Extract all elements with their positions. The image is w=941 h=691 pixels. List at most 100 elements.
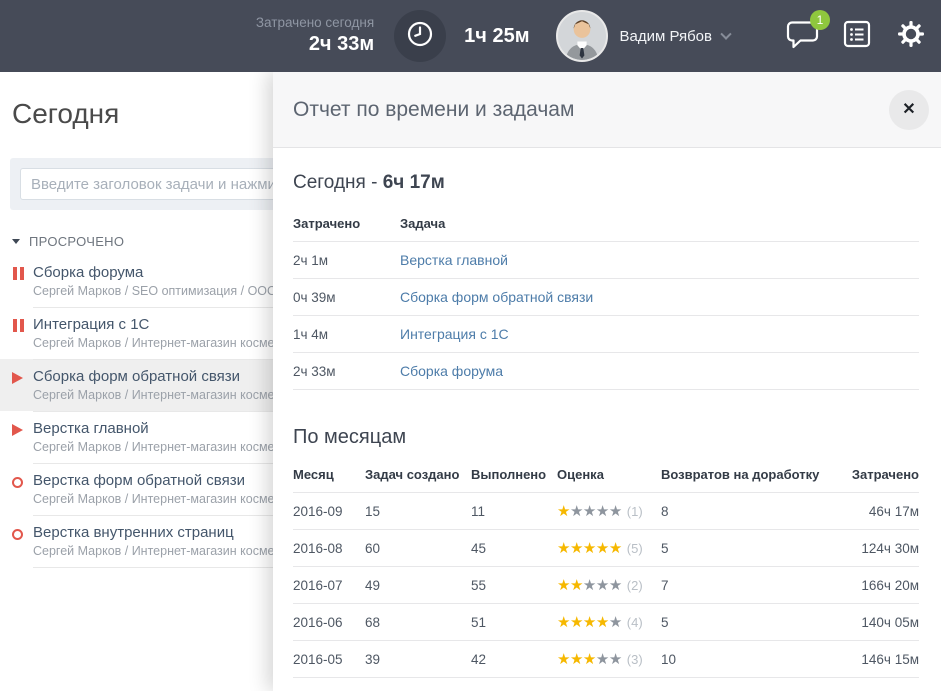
done-cell: 42 — [471, 641, 557, 678]
star-icon: ★ — [557, 614, 570, 631]
report-panel-header: Отчет по времени и задачам ✕ — [273, 72, 941, 148]
done-cell: 55 — [471, 567, 557, 604]
month-cell: 2016-07 — [293, 567, 365, 604]
column-header-done: Выполнено — [471, 461, 557, 493]
spent-total-cell: 140ч 05м — [833, 604, 919, 641]
spent-total-cell: 146ч 15м — [833, 641, 919, 678]
created-cell: 15 — [365, 493, 471, 530]
report-panel: Отчет по времени и задачам ✕ Сегодня - 6… — [273, 72, 941, 691]
task-link[interactable]: Верстка главной — [400, 252, 508, 268]
column-header-created: Задач создано — [365, 461, 471, 493]
task-title: Сборка форума — [33, 263, 295, 283]
open-icon — [12, 477, 23, 488]
created-cell: 68 — [365, 604, 471, 641]
task-link[interactable]: Интеграция с 1С — [400, 326, 509, 342]
task-link[interactable]: Сборка форм обратной связи — [400, 289, 593, 305]
chat-button[interactable]: 1 — [786, 19, 819, 54]
star-icon: ★ — [596, 503, 609, 520]
report-panel-title: Отчет по времени и задачам — [293, 98, 889, 122]
collapse-arrow-icon — [12, 239, 20, 244]
today-report-row: 0ч 39мСборка форм обратной связи — [293, 279, 919, 316]
returns-cell: 5 — [661, 604, 833, 641]
task-cell: Сборка форм обратной связи — [400, 279, 919, 316]
rating-cell: ★★★★★(3) — [557, 641, 661, 678]
star-icon: ★ — [583, 577, 596, 594]
settings-button[interactable] — [897, 20, 925, 53]
rating-cell: ★★★★★(5) — [557, 530, 661, 567]
topbar: Затрачено сегодня 2ч 33м 1ч 25м Вадим Ря… — [0, 0, 941, 72]
monthly-section-title: По месяцам — [293, 426, 919, 449]
timer-value: 1ч 25м — [464, 25, 529, 48]
task-subtitle: Сергей Марков / Интернет-магазин космети… — [33, 543, 299, 560]
star-icon: ★ — [596, 540, 609, 557]
task-title: Интеграция с 1С — [33, 315, 299, 335]
spent-total-cell: 124ч 30м — [833, 530, 919, 567]
task-subtitle: Сергей Марков / Интернет-магазин космети… — [33, 335, 299, 352]
rating-count: (5) — [627, 541, 643, 556]
star-icon: ★ — [570, 540, 583, 557]
done-cell: 11 — [471, 493, 557, 530]
month-cell: 2016-06 — [293, 604, 365, 641]
star-icon: ★ — [609, 540, 622, 557]
task-cell: Сборка форума — [400, 353, 919, 390]
done-cell: 51 — [471, 604, 557, 641]
rating-cell: ★★★★★(1) — [557, 493, 661, 530]
user-menu[interactable]: Вадим Рябов — [620, 28, 731, 45]
pause-icon — [13, 319, 17, 332]
star-icon: ★ — [557, 651, 570, 668]
spent-today-block: Затрачено сегодня 2ч 33м — [256, 15, 374, 57]
task-cell: Верстка главной — [400, 242, 919, 279]
spent-cell: 1ч 4м — [293, 316, 400, 353]
star-icon: ★ — [596, 614, 609, 631]
column-header-spent: Затрачено — [293, 210, 400, 242]
today-report-table: Затрачено Задача 2ч 1мВерстка главной0ч … — [293, 210, 919, 390]
spent-total-cell: 46ч 17м — [833, 493, 919, 530]
task-title: Верстка внутренних страниц — [33, 523, 299, 543]
column-header-rating: Оценка — [557, 461, 661, 493]
spent-cell: 2ч 1м — [293, 242, 400, 279]
month-cell: 2016-08 — [293, 530, 365, 567]
star-icon: ★ — [570, 503, 583, 520]
avatar[interactable] — [556, 10, 608, 62]
task-subtitle: Сергей Марков / Интернет-магазин космети… — [33, 491, 299, 508]
month-cell: 2016-09 — [293, 493, 365, 530]
star-icon: ★ — [583, 651, 596, 668]
monthly-report-row: 2016-091511★★★★★(1)846ч 17м — [293, 493, 919, 530]
today-report-row: 2ч 33мСборка форума — [293, 353, 919, 390]
monthly-report-row: 2016-086045★★★★★(5)5124ч 30м — [293, 530, 919, 567]
report-list-button[interactable] — [843, 20, 871, 53]
chat-icon — [786, 36, 819, 53]
open-icon — [12, 529, 23, 540]
timer-button[interactable] — [394, 10, 446, 62]
chevron-down-icon — [720, 28, 731, 39]
returns-cell: 8 — [661, 493, 833, 530]
monthly-report-table: Месяц Задач создано Выполнено Оценка Воз… — [293, 461, 919, 678]
report-panel-body: Сегодня - 6ч 17м Затрачено Задача 2ч 1мВ… — [273, 148, 941, 678]
task-subtitle: Сергей Марков / Интернет-магазин космети… — [33, 439, 299, 456]
monthly-report-row: 2016-053942★★★★★(3)10146ч 15м — [293, 641, 919, 678]
done-cell: 45 — [471, 530, 557, 567]
star-icon: ★ — [570, 614, 583, 631]
task-subtitle: Сергей Марков / SEO оптимизация / ООО Ст — [33, 283, 295, 300]
star-icon: ★ — [583, 614, 596, 631]
column-header-task: Задача — [400, 210, 919, 242]
report-list-icon — [843, 35, 871, 52]
today-label: Сегодня - — [293, 172, 383, 193]
rating-count: (4) — [627, 615, 643, 630]
task-subtitle: Сергей Марков / Интернет-магазин космети… — [33, 387, 299, 404]
star-icon: ★ — [596, 651, 609, 668]
returns-cell: 7 — [661, 567, 833, 604]
star-icon: ★ — [609, 651, 622, 668]
today-report-row: 2ч 1мВерстка главной — [293, 242, 919, 279]
month-cell: 2016-05 — [293, 641, 365, 678]
close-icon[interactable]: ✕ — [889, 90, 929, 130]
task-link[interactable]: Сборка форума — [400, 363, 503, 379]
today-total-heading: Сегодня - 6ч 17м — [293, 172, 919, 194]
clock-icon — [405, 19, 435, 54]
star-icon: ★ — [596, 577, 609, 594]
star-icon: ★ — [557, 577, 570, 594]
created-cell: 39 — [365, 641, 471, 678]
column-header-returns: Возвратов на доработку — [661, 461, 833, 493]
star-icon: ★ — [609, 503, 622, 520]
spent-total-cell: 166ч 20м — [833, 567, 919, 604]
